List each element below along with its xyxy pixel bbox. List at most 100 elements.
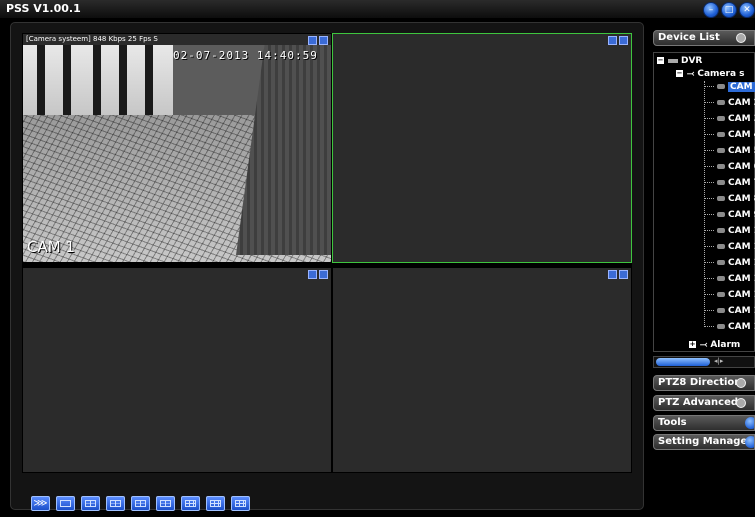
camera-icon: [717, 308, 725, 313]
scrollbar-thumb[interactable]: [656, 358, 710, 366]
tree-camera-item[interactable]: CAM 8: [704, 193, 755, 206]
pane-record-icon[interactable]: [608, 36, 617, 45]
panel-toggle-icon[interactable]: [736, 378, 746, 388]
tree-camera-item[interactable]: CAM 1: [704, 241, 755, 254]
panel-toggle-icon[interactable]: [736, 398, 746, 408]
video-pane-1[interactable]: [Camera systeem] 848 Kbps 25 Fps S 02-07…: [22, 33, 332, 263]
camera-item-label: CAM 9: [728, 210, 755, 220]
split-8-button[interactable]: [131, 496, 150, 511]
camera-icon: [717, 132, 725, 137]
tree-camera-item[interactable]: CAM 6: [704, 161, 755, 174]
pane-header: [Camera systeem] 848 Kbps 25 Fps S: [26, 35, 158, 43]
split-4-button[interactable]: [81, 496, 100, 511]
tree-camera-item[interactable]: CAM 1: [704, 81, 755, 94]
camera-icon: [717, 84, 725, 89]
split-16-button[interactable]: [206, 496, 225, 511]
tree-connector: [704, 118, 714, 119]
tools-header[interactable]: Tools: [653, 415, 755, 431]
device-tree: −DVR −⤙ Camera s CAM 1 CAM 2 CAM 3 CAM 4 CAM…: [653, 52, 755, 352]
camera-item-label: CAM 1: [728, 322, 755, 332]
setting-manage-header[interactable]: Setting Manage: [653, 434, 755, 450]
tree-connector: [704, 310, 714, 311]
camera-icon: [717, 212, 725, 217]
tree-node-alarm[interactable]: + ⤙ Alarm: [689, 340, 740, 350]
split-toolbar: ⋙: [31, 496, 250, 511]
video-pane-2[interactable]: [332, 33, 632, 263]
pane-record-icon[interactable]: [308, 36, 317, 45]
pane-close-icon[interactable]: [319, 270, 328, 279]
split-9-button[interactable]: [156, 496, 175, 511]
camera-item-label: CAM 8: [728, 194, 755, 204]
camera-icon: [717, 196, 725, 201]
tree-node-dvr[interactable]: − DVR: [657, 56, 702, 66]
tree-node-camera-system[interactable]: − ⤙ Camera s: [676, 69, 745, 79]
split-13-button[interactable]: [181, 496, 200, 511]
camera-item-label: CAM 1: [728, 306, 755, 316]
panel-toggle-icon[interactable]: [745, 417, 754, 429]
collapse-icon[interactable]: −: [657, 57, 664, 64]
panel-toggle-icon[interactable]: [736, 33, 746, 43]
camera-icon: [717, 116, 725, 121]
toolbar-toggle-button[interactable]: ⋙: [31, 496, 50, 511]
tree-connector: [704, 262, 714, 263]
camera-item-label: CAM 4: [728, 130, 755, 140]
pane-close-icon[interactable]: [319, 36, 328, 45]
ptz-advanced-header[interactable]: PTZ Advanced: [653, 395, 755, 411]
scroll-arrows-icon[interactable]: ◂|▸: [714, 357, 723, 365]
tree-camera-item[interactable]: CAM 7: [704, 177, 755, 190]
tree-connector: [704, 326, 714, 327]
ptz-direction-header[interactable]: PTZ8 Direction: [653, 375, 755, 391]
window-controls: – □ ✕: [703, 2, 755, 18]
tree-camera-item[interactable]: CAM 1: [704, 321, 755, 334]
tree-connector: [704, 278, 714, 279]
camera-item-label: CAM 1: [728, 82, 755, 92]
camera-feed: 02-07-2013 14:40:59 CAM 1: [23, 45, 331, 262]
tree-horizontal-scrollbar[interactable]: ◂|▸: [653, 356, 755, 368]
close-icon[interactable]: ✕: [739, 2, 755, 18]
camera-icon: [717, 100, 725, 105]
device-list-header[interactable]: Device List: [653, 30, 755, 46]
tree-camera-item[interactable]: CAM 1: [704, 225, 755, 238]
camera-icon: [717, 228, 725, 233]
maximize-icon[interactable]: □: [721, 2, 737, 18]
tree-connector: [704, 182, 714, 183]
split-1-button[interactable]: [56, 496, 75, 511]
camera-icon: [717, 292, 725, 297]
pane-close-icon[interactable]: [619, 270, 628, 279]
tree-camera-item[interactable]: CAM 1: [704, 289, 755, 302]
split-6-button[interactable]: [106, 496, 125, 511]
title-bar: PSS V1.00.1 – □ ✕: [0, 0, 755, 18]
video-pane-4[interactable]: [332, 267, 632, 473]
tree-camera-item[interactable]: CAM 4: [704, 129, 755, 142]
expand-icon[interactable]: +: [689, 341, 696, 348]
pane-close-icon[interactable]: [619, 36, 628, 45]
tree-camera-item[interactable]: CAM 3: [704, 113, 755, 126]
camera-item-label: CAM 5: [728, 146, 755, 156]
tree-camera-item[interactable]: CAM 9: [704, 209, 755, 222]
camera-scene-door: [93, 45, 101, 125]
tree-camera-item[interactable]: CAM 1: [704, 305, 755, 318]
pane-record-icon[interactable]: [308, 270, 317, 279]
dvr-icon: [668, 58, 678, 63]
panel-toggle-icon[interactable]: [745, 436, 754, 448]
pane-record-icon[interactable]: [608, 270, 617, 279]
camera-item-label: CAM 1: [728, 242, 755, 252]
tree-connector: [704, 166, 714, 167]
right-sidebar: Device List −DVR −⤙ Camera s CAM 1 CAM 2 C…: [653, 30, 755, 517]
minimize-icon[interactable]: –: [703, 2, 719, 18]
tree-camera-item[interactable]: CAM 5: [704, 145, 755, 158]
collapse-icon[interactable]: −: [676, 70, 683, 77]
camera-item-label: CAM 1: [728, 226, 755, 236]
tree-connector: [704, 150, 714, 151]
tree-connector: [704, 214, 714, 215]
tree-camera-item[interactable]: CAM 1: [704, 257, 755, 270]
tree-camera-item[interactable]: CAM 2: [704, 97, 755, 110]
tree-camera-item[interactable]: CAM 1: [704, 273, 755, 286]
tree-connector: [704, 246, 714, 247]
camera-scene-door: [119, 45, 127, 125]
video-grid: [Camera systeem] 848 Kbps 25 Fps S 02-07…: [22, 33, 632, 473]
camera-item-label: CAM 1: [728, 290, 755, 300]
camera-icon: [717, 276, 725, 281]
split-25-button[interactable]: [231, 496, 250, 511]
video-pane-3[interactable]: [22, 267, 332, 473]
